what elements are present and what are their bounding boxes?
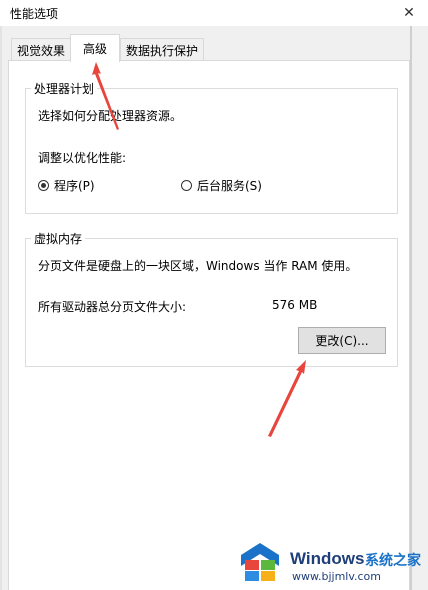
- watermark-url: www.bjjmlv.com: [292, 570, 381, 583]
- watermark-brand: Windows: [290, 549, 365, 568]
- arrow-to-advanced-tab: [92, 62, 119, 130]
- annotation-arrows: [92, 62, 306, 437]
- windows-logo-icon: [241, 543, 279, 581]
- watermark-tagline: 系统之家: [365, 553, 421, 569]
- arrow-to-change-button: [268, 360, 306, 437]
- tab-advanced[interactable]: 高级: [70, 34, 120, 62]
